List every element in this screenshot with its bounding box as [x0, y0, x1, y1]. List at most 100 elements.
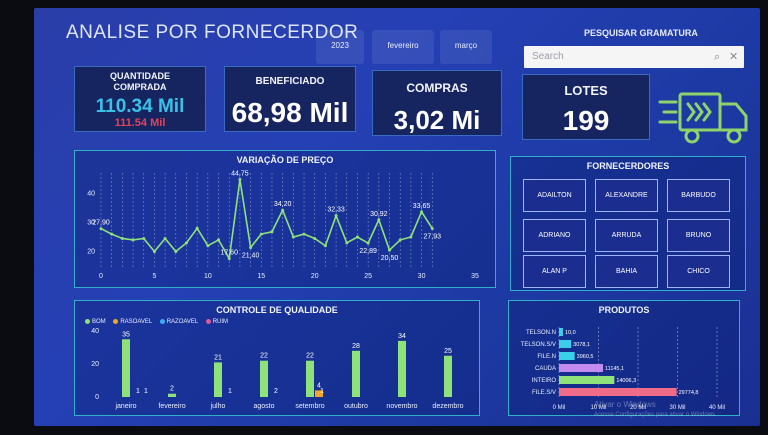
price-point	[345, 241, 349, 245]
close-icon[interactable]: ✕	[729, 46, 738, 68]
price-chart: 0 5 10 15 20 25 30 3520304027,9017,6044,7521,40…	[87, 171, 479, 280]
price-x-tick: 5	[152, 273, 156, 280]
price-point	[270, 230, 274, 234]
kpi-quantidade-previous: 111.54 Mil	[114, 117, 166, 129]
price-point	[323, 244, 327, 248]
products-x-tick: 0 Mil	[553, 405, 566, 411]
kpi-quantidade-label: QUANTIDADE COMPRADA	[110, 71, 170, 92]
price-point	[420, 210, 424, 214]
price-data-label: 34,20	[274, 201, 292, 208]
kpi-quantidade-value: 110.34 Mil	[95, 96, 185, 117]
month-filter-fevereiro[interactable]: fevereiro	[372, 30, 434, 64]
quality-chart: 02040 35janeiro2fevereiro21julho22agosto2…	[91, 328, 463, 410]
price-point	[99, 227, 103, 231]
price-data-label: 22,89	[359, 248, 377, 255]
quality-bar	[122, 339, 130, 397]
quality-x-tick: novembro	[386, 403, 417, 410]
search-placeholder: Search	[532, 51, 564, 62]
price-line	[100, 179, 433, 261]
price-point	[195, 226, 199, 230]
price-x-tick: 30	[418, 273, 426, 280]
search-title: PESQUISAR GRAMATURA	[584, 28, 698, 38]
supplier-button-adailton[interactable]: ADAILTON	[523, 179, 586, 212]
search-input[interactable]: Search ⌕ ✕	[524, 46, 744, 68]
products-bar	[559, 340, 572, 348]
products-bar-label: 10,0	[565, 330, 576, 336]
quality-chart-panel: CONTROLE DE QUALIDADE BOM RASOAVEL RAZOA…	[74, 300, 480, 416]
quality-minor-label: 1	[228, 388, 232, 395]
products-y-label: TELSON.S/V	[521, 342, 556, 348]
price-point	[227, 257, 231, 261]
products-bar-label: 11145,1	[605, 366, 624, 372]
dashboard-screen: ANALISE POR FORNECERDOR 2023 fevereiro m…	[34, 8, 760, 426]
price-data-label: 27,90	[92, 220, 110, 227]
products-y-label: FILE.S/V	[532, 390, 556, 396]
price-chart-panel: VARIAÇÃO DE PREÇO 0 5 10 15 20 25 30 35 20 30 40 27…	[74, 150, 496, 288]
year-filter[interactable]: 2023	[316, 30, 364, 64]
price-point	[131, 238, 135, 242]
products-bar-label: 3078,1	[573, 342, 590, 348]
price-point	[184, 241, 188, 245]
supplier-button-adriano[interactable]: ADRIANO	[523, 219, 586, 252]
products-y-label: FILE.N	[537, 354, 556, 360]
truck-icon	[658, 92, 748, 144]
quality-x-tick: fevereiro	[158, 403, 185, 410]
price-x-tick: 0	[99, 273, 103, 280]
supplier-button-bruno[interactable]: BRUNO	[667, 219, 730, 252]
price-data-label: 33,65	[413, 203, 431, 210]
price-point	[238, 178, 242, 182]
supplier-button-alexandre[interactable]: ALEXANDRE	[595, 179, 658, 212]
products-x-tick: 30 Mil	[669, 405, 685, 411]
price-point	[430, 226, 434, 230]
search-icon[interactable]: ⌕	[714, 46, 720, 68]
watermark-line-2: Acesse Configurações para ativar o Windo…	[594, 412, 717, 418]
page-title: ANALISE POR FORNECERDOR	[66, 22, 359, 43]
price-point	[142, 236, 146, 240]
price-point	[291, 235, 295, 239]
month-filter-marco[interactable]: março	[440, 30, 492, 64]
price-point	[398, 238, 402, 242]
price-point	[217, 238, 221, 242]
quality-bar	[168, 393, 176, 397]
price-point	[174, 250, 178, 254]
products-bar	[559, 352, 575, 360]
quality-bar-label: 2	[170, 386, 174, 393]
quality-x-tick: dezembro	[432, 403, 463, 410]
quality-y-tick: 20	[91, 361, 99, 368]
price-point	[334, 214, 338, 218]
quality-bar-label: 25	[444, 348, 452, 355]
price-point	[366, 241, 370, 245]
quality-bar	[352, 350, 360, 397]
watermark-line-1: Ativar o Windows	[594, 400, 656, 409]
kpi-beneficiado-card: BENEFICIADO 68,98 Mil	[224, 66, 356, 132]
quality-x-tick: outubro	[344, 403, 368, 410]
supplier-button-arruda[interactable]: ARRUDA	[595, 219, 658, 252]
price-y-tick: 40	[87, 190, 95, 197]
kpi-compras-label: COMPRAS	[406, 81, 468, 95]
price-point	[302, 232, 306, 236]
price-point	[355, 235, 359, 239]
quality-bar	[444, 355, 452, 397]
products-y-label: TELSON.N	[526, 330, 556, 336]
price-point	[313, 236, 317, 240]
price-x-tick: 15	[257, 273, 265, 280]
price-point	[259, 232, 263, 236]
suppliers-title: FORNECERDORES	[586, 161, 670, 171]
price-point	[206, 244, 210, 248]
supplier-button-alan-p[interactable]: ALAN P	[523, 255, 586, 288]
quality-bar	[260, 360, 268, 397]
price-y-tick: 20	[87, 249, 95, 256]
price-data-label: 17,60	[220, 250, 238, 257]
price-data-label: 30,92	[370, 211, 388, 218]
supplier-button-barbudo[interactable]: BARBUDO	[667, 179, 730, 212]
kpi-compras-value: 3,02 Mi	[393, 105, 481, 135]
products-chart-panel: PRODUTOS 0 Mil 10 Mil 20 Mil 30 Mil 40 Mil TE…	[508, 300, 740, 416]
kpi-beneficiado-value: 68,98 Mil	[231, 97, 349, 128]
products-bar	[559, 328, 563, 336]
price-point	[249, 245, 253, 249]
price-data-label: 20,50	[381, 255, 399, 262]
quality-x-tick: agosto	[253, 403, 274, 410]
supplier-button-chico[interactable]: CHICO	[667, 255, 730, 288]
supplier-button-bahia[interactable]: BAHIA	[595, 255, 658, 288]
price-point	[163, 236, 167, 240]
